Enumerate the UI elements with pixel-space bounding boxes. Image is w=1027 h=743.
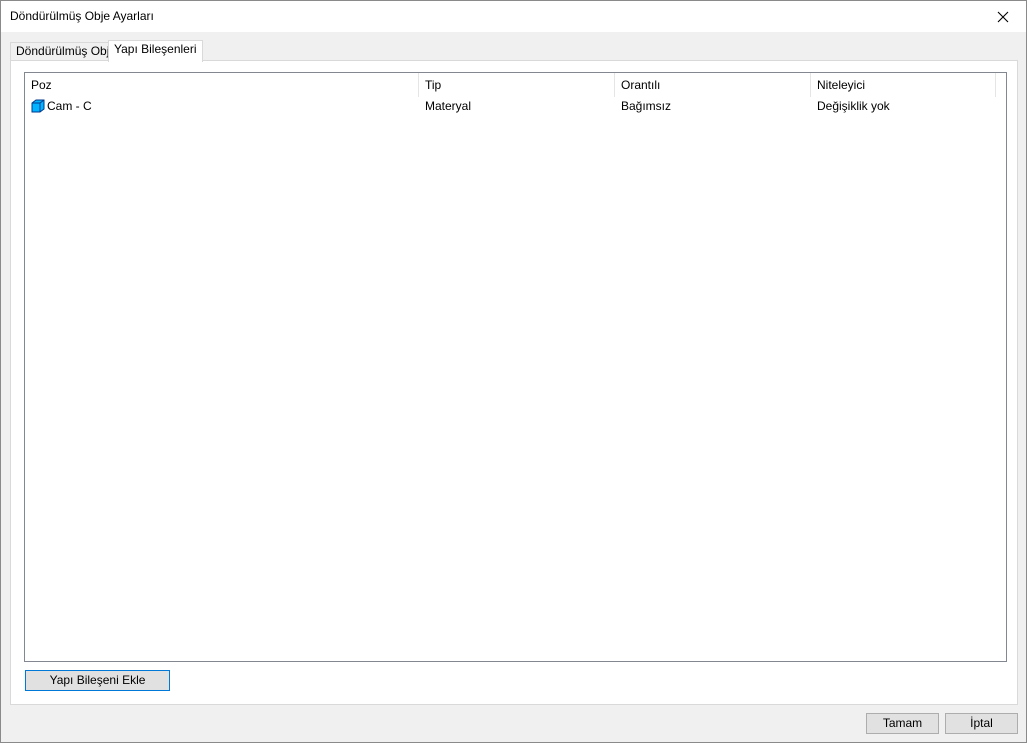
cell-orantili: Bağımsız (621, 99, 672, 113)
list-header: Poz Tip Orantılı Niteleyici (25, 73, 996, 97)
cell-niteleyici: Değişiklik yok (817, 99, 890, 113)
cell-poz-text: Cam - C (47, 99, 92, 113)
cube-icon (31, 99, 45, 113)
table-row[interactable]: Cam - C Materyal Bağımsız Değişiklik yok (25, 97, 996, 115)
cell-poz: Cam - C (25, 97, 419, 115)
title-bar: Döndürülmüş Obje Ayarları (1, 1, 1026, 32)
column-header-tip[interactable]: Tip (419, 73, 615, 97)
components-list[interactable]: Poz Tip Orantılı Niteleyici Cam - C Mate… (24, 72, 1007, 662)
column-header-orantili[interactable]: Orantılı (615, 73, 811, 97)
cancel-button[interactable]: İptal (945, 713, 1018, 734)
add-component-button[interactable]: Yapı Bileşeni Ekle (25, 670, 170, 691)
column-header-niteleyici[interactable]: Niteleyici (811, 73, 996, 97)
close-icon (997, 11, 1009, 22)
column-header-poz[interactable]: Poz (25, 73, 419, 97)
dialog-window: Döndürülmüş Obje Ayarları Döndürülmüş Ob… (0, 0, 1027, 743)
window-title: Döndürülmüş Obje Ayarları (10, 9, 154, 23)
ok-button[interactable]: Tamam (866, 713, 939, 734)
tab-panel-yapi-bilesenleri: Poz Tip Orantılı Niteleyici Cam - C Mate… (10, 60, 1018, 705)
tab-strip: Döndürülmüş Obje Yapı Bileşenleri (10, 40, 1018, 62)
tab-yapi-bilesenleri[interactable]: Yapı Bileşenleri (108, 40, 203, 62)
close-button[interactable] (980, 1, 1026, 32)
cell-tip: Materyal (425, 99, 472, 113)
tab-dondurulmus-obje[interactable]: Döndürülmüş Obje (10, 42, 123, 61)
